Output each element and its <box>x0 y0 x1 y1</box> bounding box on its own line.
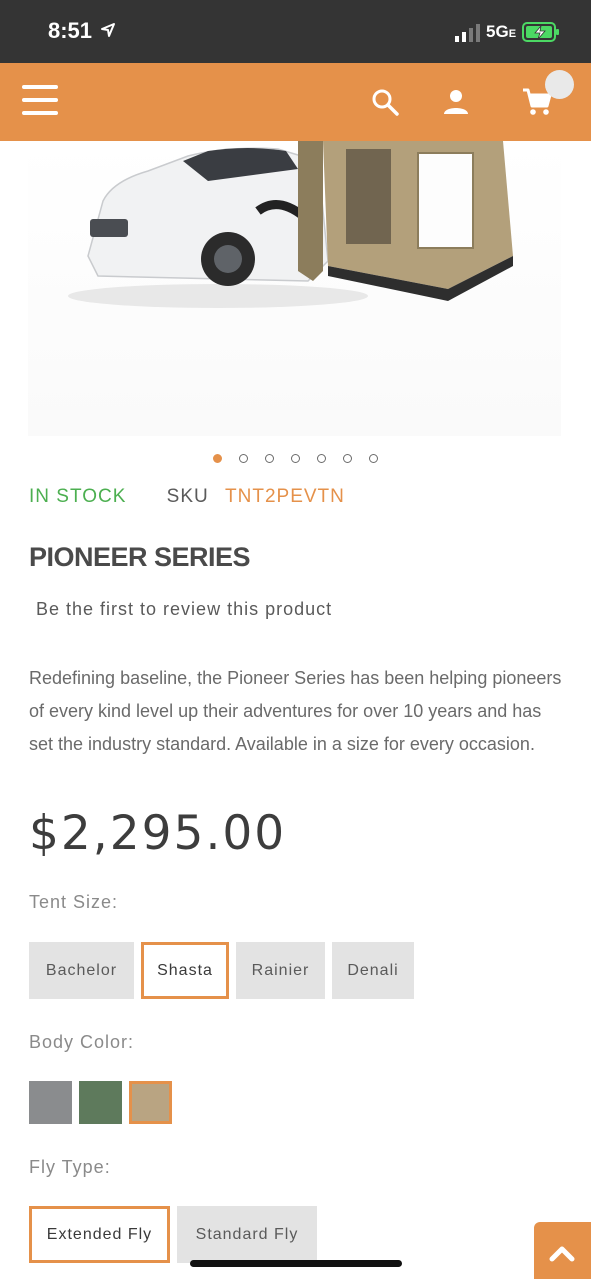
tent-size-shasta[interactable]: Shasta <box>141 942 229 999</box>
product-description: Redefining baseline, the Pioneer Series … <box>29 668 562 754</box>
carousel-dot-3[interactable] <box>265 454 274 463</box>
status-time: 8:51 <box>48 18 93 43</box>
tent-size-bachelor[interactable]: Bachelor <box>29 942 134 999</box>
body-color-options <box>29 1081 172 1124</box>
user-icon[interactable] <box>441 87 471 117</box>
stock-sku-row: IN STOCK SKU TNT2PEVTN <box>29 486 345 508</box>
carousel-dot-2[interactable] <box>239 454 248 463</box>
home-indicator[interactable] <box>190 1260 402 1267</box>
body-color-label: Body Color: <box>29 1032 135 1052</box>
tent-size-denali[interactable]: Denali <box>332 942 414 999</box>
tent-size-label: Tent Size: <box>29 892 119 912</box>
carousel-dots <box>213 454 378 463</box>
fly-type-extended[interactable]: Extended Fly <box>29 1206 170 1263</box>
cellular-signal-icon <box>455 24 480 42</box>
sku-value: TNT2PEVTN <box>225 486 345 507</box>
carousel-dot-1[interactable] <box>213 454 222 463</box>
battery-charging-icon <box>522 22 559 42</box>
chevron-up-icon <box>549 1246 575 1262</box>
product-title: PIONEER SERIES <box>29 542 251 572</box>
network-type: 5GE <box>486 22 517 41</box>
product-price: $2,295.00 <box>29 806 287 861</box>
color-swatch-tan[interactable] <box>129 1081 172 1124</box>
review-link[interactable]: Be the first to review this product <box>36 599 332 620</box>
carousel-dot-7[interactable] <box>369 454 378 463</box>
fly-type-label: Fly Type: <box>29 1157 111 1177</box>
cart-count-badge[interactable] <box>545 70 574 99</box>
carousel-dot-4[interactable] <box>291 454 300 463</box>
sku-label: SKU <box>166 486 209 507</box>
color-swatch-gray[interactable] <box>29 1081 72 1124</box>
status-bar: 8:51 5GE <box>0 0 591 63</box>
product-image[interactable] <box>28 141 561 436</box>
tent-size-options: Bachelor Shasta Rainier Denali <box>29 942 414 999</box>
fly-type-options: Extended Fly Standard Fly <box>29 1206 317 1263</box>
site-header <box>0 63 591 141</box>
carousel-dot-6[interactable] <box>343 454 352 463</box>
stock-status: IN STOCK <box>29 486 127 507</box>
location-arrow-icon <box>101 23 115 37</box>
search-icon[interactable] <box>370 87 400 117</box>
hamburger-icon[interactable] <box>22 85 58 117</box>
carousel-dot-5[interactable] <box>317 454 326 463</box>
scroll-to-top-button[interactable] <box>534 1222 591 1279</box>
color-swatch-green[interactable] <box>79 1081 122 1124</box>
tent-size-rainier[interactable]: Rainier <box>236 942 325 999</box>
fly-type-standard[interactable]: Standard Fly <box>177 1206 317 1263</box>
